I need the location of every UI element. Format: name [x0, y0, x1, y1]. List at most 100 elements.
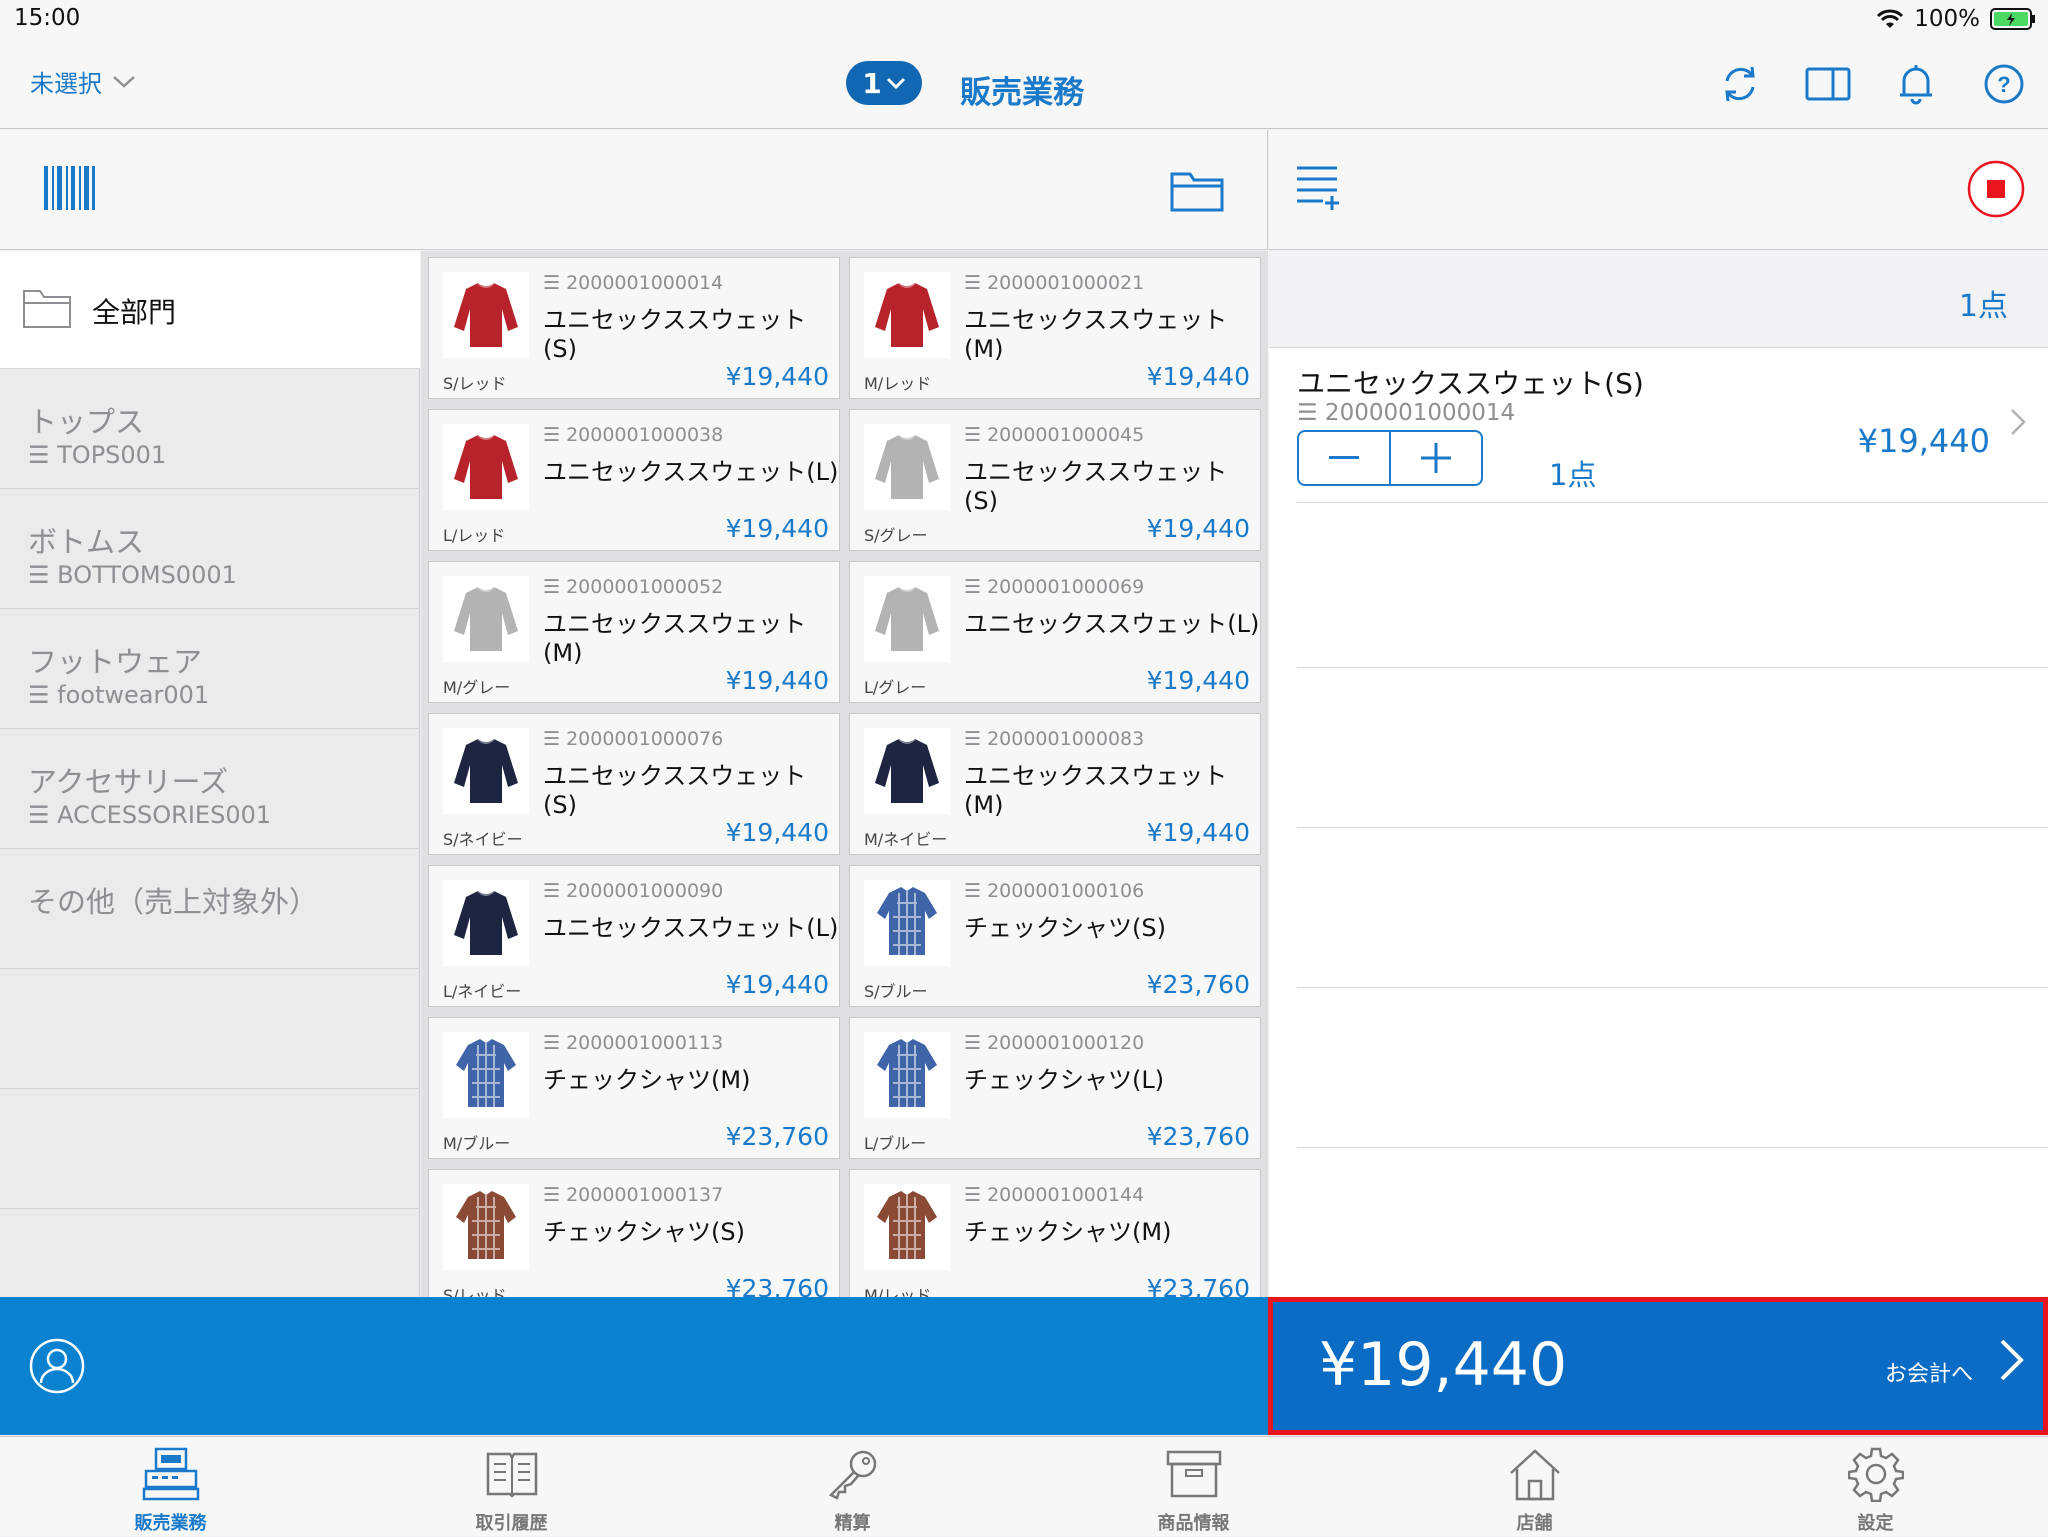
- product-code: ☰ 2000001000076: [543, 728, 724, 750]
- increment-button[interactable]: [1389, 432, 1481, 484]
- product-price: ¥19,440: [725, 970, 829, 999]
- product-price: ¥23,760: [725, 1274, 829, 1297]
- customer-icon[interactable]: [28, 1337, 86, 1395]
- category-all-label: 全部門: [92, 296, 177, 329]
- checkout-button[interactable]: ¥19,440 お会計へ: [1268, 1297, 2048, 1435]
- product-name: ユニセックススウェット(S): [964, 458, 1228, 515]
- product-card[interactable]: ☰ 2000001000083 ユニセックススウェット(M) M/ネイビー ¥19,4…: [849, 713, 1261, 855]
- product-variant: L/グレー: [864, 678, 927, 697]
- product-card[interactable]: ☰ 2000001000106 チェックシャツ(S) S/ブルー ¥23,760: [849, 865, 1261, 1007]
- category-item[interactable]: フットウェア ☰ footwear001: [0, 609, 420, 729]
- tab-label: 設定: [1857, 1513, 1894, 1534]
- product-card[interactable]: ☰ 2000001000014 ユニセックススウェット(S) S/レッド ¥19,44…: [428, 257, 840, 399]
- product-card[interactable]: ☰ 2000001000144 チェックシャツ(M) M/レッド ¥23,760: [849, 1169, 1261, 1297]
- product-variant: S/グレー: [864, 526, 928, 545]
- cart-divider: [1297, 827, 2048, 828]
- product-card[interactable]: ☰ 2000001000137 チェックシャツ(S) S/レッド ¥23,760: [428, 1169, 840, 1297]
- product-price: ¥19,440: [1146, 514, 1250, 543]
- register-selector[interactable]: 1: [846, 61, 922, 105]
- product-card[interactable]: ☰ 2000001000069 ユニセックススウェット(L) L/グレー ¥19,44…: [849, 561, 1261, 703]
- tab-label: 商品情報: [1157, 1513, 1230, 1534]
- battery-icon: [1990, 8, 2035, 30]
- product-name: ユニセックススウェット(M): [543, 610, 807, 667]
- cart-panel: 1点 ユニセックススウェット(S) ☰ 2000001000014 1点 ¥19…: [1269, 251, 2048, 1297]
- chevron-right-icon: [1999, 1338, 2025, 1386]
- product-name: チェックシャツ(M): [543, 1066, 751, 1094]
- decrement-button[interactable]: [1299, 432, 1389, 484]
- product-card[interactable]: ☰ 2000001000090 ユニセックススウェット(L) L/ネイビー ¥19,4…: [428, 865, 840, 1007]
- svg-text:?: ?: [1997, 72, 2010, 97]
- tab-history[interactable]: 取引履歴: [341, 1437, 682, 1537]
- product-image: [864, 1032, 950, 1118]
- bell-icon[interactable]: [1892, 60, 1940, 108]
- cart-item-name: ユニセックススウェット(S): [1297, 367, 1644, 400]
- product-image: [443, 880, 529, 966]
- product-variant: M/グレー: [443, 678, 511, 697]
- category-all[interactable]: 全部門: [0, 251, 420, 369]
- category-item[interactable]: その他（売上対象外）: [0, 849, 420, 969]
- chevron-right-icon[interactable]: [2010, 408, 2026, 444]
- product-name: チェックシャツ(S): [964, 914, 1166, 942]
- tab-product-info[interactable]: 商品情報: [1023, 1437, 1364, 1537]
- staff-selector[interactable]: 未選択: [30, 64, 136, 99]
- product-variant: M/レッド: [864, 1286, 932, 1297]
- product-card[interactable]: ☰ 2000001000113 チェックシャツ(M) M/ブルー ¥23,760: [428, 1017, 840, 1159]
- product-card[interactable]: ☰ 2000001000076 ユニセックススウェット(S) S/ネイビー ¥19,4…: [428, 713, 840, 855]
- register-number: 1: [862, 66, 882, 100]
- category-empty-row: [0, 1089, 420, 1209]
- cart-line-item[interactable]: ユニセックススウェット(S) ☰ 2000001000014 1点 ¥19,44…: [1297, 348, 2048, 503]
- category-name: その他（売上対象外）: [28, 885, 319, 919]
- category-name: フットウェア: [28, 645, 203, 679]
- product-variant: M/レッド: [864, 374, 932, 393]
- product-card[interactable]: ☰ 2000001000052 ユニセックススウェット(M) M/グレー ¥19,44…: [428, 561, 840, 703]
- tab-label: 店舗: [1516, 1513, 1553, 1534]
- status-time: 15:00: [14, 5, 81, 31]
- product-name: チェックシャツ(M): [964, 1218, 1172, 1246]
- product-code: ☰ 2000001000120: [964, 1032, 1145, 1054]
- cart-divider: [1297, 987, 2048, 988]
- product-name: ユニセックススウェット(M): [964, 306, 1228, 363]
- folder-icon[interactable]: [1170, 168, 1224, 216]
- tab-label: 取引履歴: [475, 1513, 548, 1534]
- category-item[interactable]: トップス ☰ TOPS001: [0, 369, 420, 489]
- category-name: アクセサリーズ: [28, 765, 229, 799]
- stop-icon[interactable]: [1967, 160, 2025, 222]
- cart-item-price: ¥19,440: [1857, 422, 1990, 460]
- product-variant: M/ネイビー: [864, 830, 948, 849]
- product-price: ¥19,440: [725, 818, 829, 847]
- product-image: [443, 728, 529, 814]
- cart-count: 1点: [1958, 289, 2008, 324]
- product-code: ☰ 2000001000137: [543, 1184, 724, 1206]
- product-variant: L/ブルー: [864, 1134, 927, 1153]
- key-icon: [823, 1445, 883, 1503]
- category-name: トップス: [28, 405, 145, 439]
- product-toolbar: [0, 130, 1268, 250]
- product-price: ¥19,440: [1146, 818, 1250, 847]
- tab-store[interactable]: 店舗: [1364, 1437, 1705, 1537]
- product-card[interactable]: ☰ 2000001000120 チェックシャツ(L) L/ブルー ¥23,760: [849, 1017, 1261, 1159]
- product-name: ユニセックススウェット(S): [543, 306, 807, 363]
- plus-icon: [1421, 443, 1451, 473]
- customer-bar: [0, 1297, 1268, 1435]
- product-card[interactable]: ☰ 2000001000021 ユニセックススウェット(M) M/レッド ¥19,44…: [849, 257, 1261, 399]
- register-icon: [141, 1445, 201, 1503]
- product-variant: S/ブルー: [864, 982, 928, 1001]
- tab-settings[interactable]: 設定: [1705, 1437, 2046, 1537]
- product-code: ☰ 2000001000069: [964, 576, 1145, 598]
- product-name: チェックシャツ(S): [543, 1218, 745, 1246]
- barcode-icon[interactable]: [44, 166, 96, 214]
- product-price: ¥23,760: [1146, 970, 1250, 999]
- split-view-icon[interactable]: [1804, 60, 1852, 108]
- tab-settlement[interactable]: 精算: [682, 1437, 1023, 1537]
- refresh-icon[interactable]: [1716, 60, 1764, 108]
- category-item[interactable]: アクセサリーズ ☰ ACCESSORIES001: [0, 729, 420, 849]
- product-price: ¥23,760: [1146, 1122, 1250, 1151]
- category-item[interactable]: ボトムス ☰ BOTTOMS0001: [0, 489, 420, 609]
- add-line-icon[interactable]: [1295, 164, 1341, 216]
- tab-sales[interactable]: 販売業務: [0, 1437, 341, 1537]
- help-icon[interactable]: ?: [1980, 60, 2028, 108]
- product-card[interactable]: ☰ 2000001000045 ユニセックススウェット(S) S/グレー ¥19,44…: [849, 409, 1261, 551]
- product-code: ☰ 2000001000106: [964, 880, 1145, 902]
- category-code: ☰ TOPS001: [28, 441, 167, 469]
- product-card[interactable]: ☰ 2000001000038 ユニセックススウェット(L) L/レッド ¥19,44…: [428, 409, 840, 551]
